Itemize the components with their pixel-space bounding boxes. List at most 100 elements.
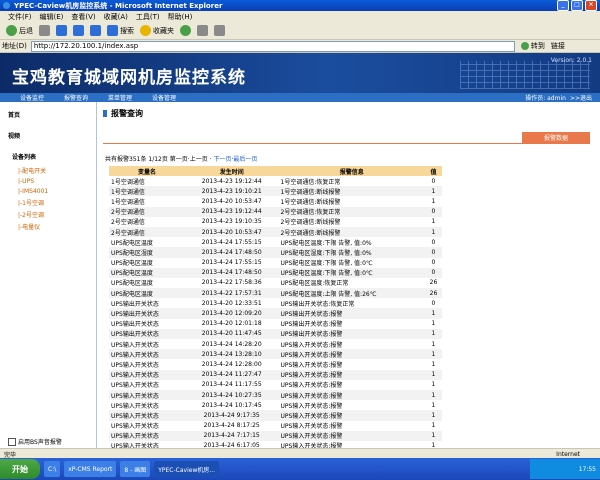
forward-button[interactable] [39, 25, 50, 36]
alarm-data-tag: 报警数据 [522, 132, 590, 143]
back-button[interactable]: 后退 [6, 25, 33, 36]
table-row: UPS输入开关状态 2013-4-24 7:17:15 UPS输入开关状态:报警 1 [109, 430, 442, 441]
sidebar-item-ac1[interactable]: |-1号空调 [0, 195, 96, 207]
cell-message: UPS配电区温度:下限 告警, 值:0℃ [280, 260, 373, 268]
back-label: 后退 [19, 26, 33, 35]
cell-variable: UPS输出开关状态 [111, 321, 159, 329]
cell-variable: UPS配电区温度 [111, 280, 153, 288]
links-label[interactable]: 链接 [551, 41, 565, 51]
taskbar-item[interactable]: 8 - 画图 [120, 461, 151, 477]
cell-time: 2013-4-24 17:48:50 [184, 267, 279, 278]
status-zone: Internet [556, 450, 580, 458]
cell-message: UPS配电区湿度:下限 告警, 值:0% [278, 247, 425, 258]
cell-message: UPS输出开关状态:恢复正常 [280, 300, 355, 308]
sidebar-home[interactable]: 首页 [0, 102, 96, 119]
home-button[interactable] [90, 25, 101, 36]
sidebar: 首页 视频 设备列表 |-配电开关 |-UPS |-IMS4001 |-1号空调… [0, 102, 97, 448]
cell-value: 0 [431, 299, 436, 307]
cell-value: 1 [424, 369, 442, 380]
maximize-button[interactable]: □ [571, 0, 583, 11]
cell-value: 1 [431, 320, 436, 328]
back-arrow-icon [6, 25, 17, 36]
table-row: 1号空调通信 2013-4-23 19:10:21 1号空调通信:断线报警 1 [109, 186, 442, 197]
go-button[interactable]: 转到 [520, 41, 545, 51]
address-input[interactable]: http://172.20.100.1/index.asp [30, 40, 515, 52]
sound-alarm-checkbox[interactable] [8, 437, 16, 446]
menu-help[interactable]: 帮助(H) [168, 12, 193, 22]
minimize-button[interactable]: _ [557, 0, 569, 11]
cell-time: 2013-4-20 10:53:47 [184, 226, 279, 238]
cell-value: 1 [424, 308, 442, 319]
pager-next[interactable]: 下一页 [213, 156, 231, 163]
table-row: UPS输入开关状态 2013-4-24 9:17:35 UPS输入开关状态:报警 1 [109, 410, 442, 421]
cell-variable: UPS配电区温度 [111, 239, 153, 247]
cell-value: 1 [431, 340, 436, 348]
system-tray: 17:55 [530, 459, 600, 479]
cell-message: 2号空调通信:断线报警 [280, 219, 341, 227]
start-button[interactable]: 开始 [0, 459, 40, 479]
nav-device-manage[interactable]: 设备管理 [152, 93, 176, 102]
cell-time: 2013-4-22 17:58:36 [201, 279, 262, 287]
logout-link[interactable]: >>退出 [570, 93, 592, 102]
nav-alarm-query[interactable]: 报警查询 [64, 93, 88, 102]
taskbar-item[interactable]: C:\ [44, 461, 61, 477]
cell-variable: UPS输入开关状态 [109, 430, 185, 441]
sidebar-item-ups[interactable]: |-UPS [0, 175, 96, 185]
cell-time: 2013-4-24 14:28:20 [201, 340, 262, 348]
stop-button[interactable] [56, 25, 67, 36]
cell-variable: UPS输入开关状态 [111, 443, 159, 448]
pager-last[interactable]: 最后一页 [233, 156, 257, 163]
alarm-table: 变量名 发生时间 报警信息 值 1号空调通信 2013-4-23 19:12:44… [109, 166, 442, 448]
table-row: 2号空调通信 2013-4-23 19:10:35 2号空调通信:断线报警 1 [109, 217, 442, 227]
taskbar-item[interactable]: xP-CMS Report [64, 461, 117, 477]
print-button[interactable] [214, 25, 225, 36]
cell-variable: UPS输入开关状态 [111, 341, 159, 349]
cell-value: 26 [429, 279, 438, 287]
favorites-button[interactable]: 收藏夹 [140, 25, 174, 36]
cell-time: 2013-4-24 11:17:55 [201, 381, 262, 389]
nav-device-monitor[interactable]: 设备监控 [20, 93, 44, 102]
go-arrow-icon [520, 42, 529, 50]
sidebar-video[interactable]: 视频 [0, 119, 96, 140]
cell-message: 2号空调通信:断线报警 [278, 226, 425, 238]
col-time: 发生时间 [184, 166, 279, 176]
sidebar-item-ac2[interactable]: |-2号空调 [0, 207, 96, 219]
cell-message: UPS输入开关状态:报警 [280, 402, 343, 410]
table-row: UPS输入开关状态 2013-4-24 13:28:10 UPS输入开关状态:报警 1 [109, 349, 442, 360]
menu-view[interactable]: 查看(V) [71, 12, 95, 22]
mail-icon [197, 25, 208, 36]
cell-variable: 2号空调通信 [111, 219, 145, 227]
nav-menu-manage[interactable]: 菜单管理 [108, 93, 132, 102]
history-icon [180, 25, 191, 36]
address-label: 地址(D) [2, 42, 27, 50]
clock: 17:55 [578, 465, 596, 473]
cell-variable: UPS输入开关状态 [111, 423, 159, 431]
sidebar-item-power-meter[interactable]: |-电量仪 [0, 219, 96, 231]
mail-button[interactable] [197, 25, 208, 36]
cell-value: 1 [431, 218, 436, 226]
refresh-button[interactable] [73, 25, 84, 36]
menu-file[interactable]: 文件(F) [8, 12, 32, 22]
cell-variable: 1号空调通信 [109, 186, 185, 197]
close-button[interactable]: × [585, 0, 597, 11]
menu-tools[interactable]: 工具(T) [136, 12, 160, 22]
device-tree-header[interactable]: 设备列表 [0, 140, 96, 163]
menu-favorites[interactable]: 收藏(A) [104, 12, 128, 22]
cell-message: UPS输入开关状态:报警 [278, 349, 425, 360]
table-header-row: 变量名 发生时间 报警信息 值 [109, 166, 442, 176]
sidebar-item-power-switch[interactable]: |-配电开关 [0, 163, 96, 175]
cell-message: 2号空调通信:恢复正常 [278, 206, 425, 217]
window-titlebar: YPEC-Caview机房监控系统 - Microsoft Internet E… [0, 0, 600, 11]
cell-message: 1号空调通信:恢复正常 [280, 178, 341, 186]
cell-time: 2013-4-24 9:17:35 [184, 410, 279, 421]
search-button[interactable]: 搜索 [107, 25, 134, 36]
menu-edit[interactable]: 编辑(E) [40, 12, 64, 22]
cell-message: UPS输入开关状态:报警 [280, 423, 343, 431]
history-button[interactable] [180, 25, 191, 36]
cell-variable: UPS配电区温度 [109, 267, 185, 278]
taskbar-item-active[interactable]: YPEC-Caview机房... [154, 461, 220, 477]
cell-variable: UPS输入开关状态 [109, 349, 185, 360]
pager-prev[interactable]: 上一页 [190, 156, 208, 163]
pager-first[interactable]: 第一页 [170, 156, 188, 163]
sidebar-item-ims4001[interactable]: |-IMS4001 [0, 185, 96, 195]
